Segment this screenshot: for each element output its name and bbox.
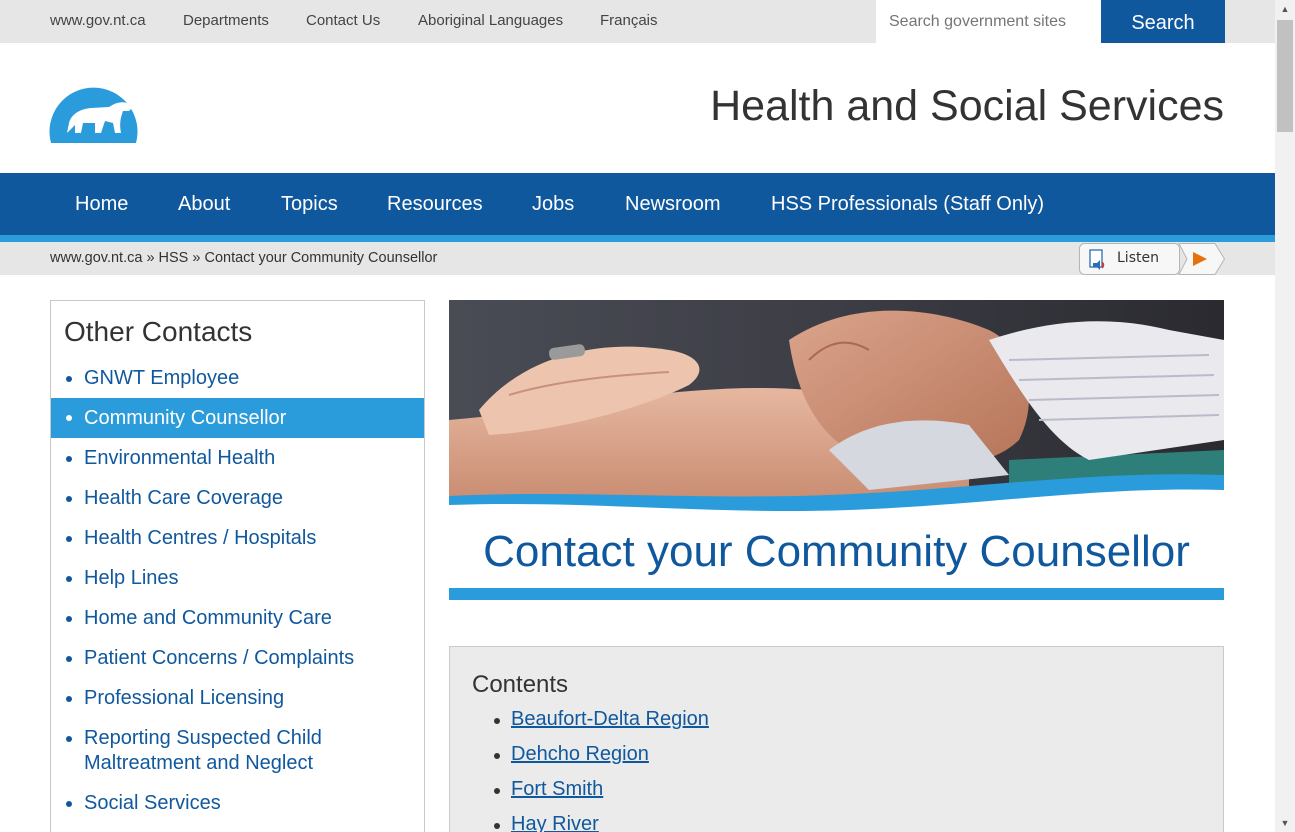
- sidebar-item-help-lines[interactable]: Help Lines: [51, 566, 424, 591]
- breadcrumb[interactable]: www.gov.nt.ca » HSS » Contact your Commu…: [50, 250, 437, 266]
- search-button[interactable]: Search: [1101, 0, 1225, 43]
- sidebar-item-community-counsellor[interactable]: Community Counsellor: [51, 398, 424, 438]
- polar-bear-logo-icon[interactable]: [49, 71, 138, 143]
- contents-title: Contents: [472, 671, 569, 698]
- sidebar-item-environmental-health[interactable]: Environmental Health: [51, 446, 424, 471]
- listen-label: Listen: [1117, 250, 1159, 266]
- utility-bar: www.gov.nt.ca Departments Contact Us Abo…: [0, 0, 1275, 43]
- top-link-aboriginal-languages[interactable]: Aboriginal Languages: [418, 12, 563, 29]
- site-title: Health and Social Services: [710, 82, 1224, 130]
- sidebar-item-patient-concerns[interactable]: Patient Concerns / Complaints: [51, 646, 424, 671]
- top-link-francais[interactable]: Français: [600, 12, 658, 29]
- scrollbar-thumb[interactable]: [1277, 20, 1293, 132]
- top-link-departments[interactable]: Departments: [183, 12, 269, 29]
- other-contacts-sidebar: Other Contacts GNWT Employee Community C…: [50, 300, 425, 832]
- sidebar-item-professional-licensing[interactable]: Professional Licensing: [51, 686, 424, 711]
- nav-newsroom[interactable]: Newsroom: [625, 193, 721, 216]
- hero-image-hands: [449, 300, 1224, 525]
- nav-about[interactable]: About: [178, 193, 230, 216]
- main-nav: Home About Topics Resources Jobs Newsroo…: [0, 173, 1275, 235]
- scroll-up-arrow-icon[interactable]: ▲: [1275, 0, 1295, 18]
- nav-home[interactable]: Home: [75, 193, 128, 216]
- speaker-doc-icon: [1089, 249, 1105, 270]
- sidebar-item-health-centres[interactable]: Health Centres / Hospitals: [51, 526, 424, 551]
- search-input[interactable]: [876, 0, 1101, 43]
- sidebar-item-health-care-coverage[interactable]: Health Care Coverage: [51, 486, 424, 511]
- sidebar-item-reporting-child-maltreatment[interactable]: Reporting Suspected Child Maltreatment a…: [51, 726, 351, 776]
- nav-topics[interactable]: Topics: [281, 193, 338, 216]
- page-title: Contact your Community Counsellor: [483, 527, 1190, 576]
- sidebar-title: Other Contacts: [64, 316, 253, 347]
- contents-link-beaufort-delta[interactable]: Beaufort-Delta Region: [494, 708, 709, 731]
- contents-link-hay-river[interactable]: Hay River: [494, 813, 599, 832]
- top-link-contact-us[interactable]: Contact Us: [306, 12, 380, 29]
- nav-jobs[interactable]: Jobs: [532, 193, 574, 216]
- sidebar-item-gnwt-employee[interactable]: GNWT Employee: [51, 366, 424, 391]
- nav-hss-professionals[interactable]: HSS Professionals (Staff Only): [771, 193, 1044, 216]
- title-underline: [449, 588, 1224, 600]
- contents-link-fort-smith[interactable]: Fort Smith: [493, 778, 603, 801]
- top-link-govnt[interactable]: www.gov.nt.ca: [50, 12, 146, 29]
- nav-accent-stripe: [0, 235, 1275, 242]
- nav-resources[interactable]: Resources: [387, 193, 483, 216]
- sidebar-item-home-community-care[interactable]: Home and Community Care: [51, 606, 424, 631]
- contents-link-dehcho[interactable]: Dehcho Region: [494, 743, 649, 766]
- contents-box: Contents Beaufort-Delta Region Dehcho Re…: [449, 646, 1224, 832]
- sidebar-item-social-services[interactable]: Social Services: [51, 791, 424, 816]
- scroll-down-arrow-icon[interactable]: ▼: [1275, 814, 1295, 832]
